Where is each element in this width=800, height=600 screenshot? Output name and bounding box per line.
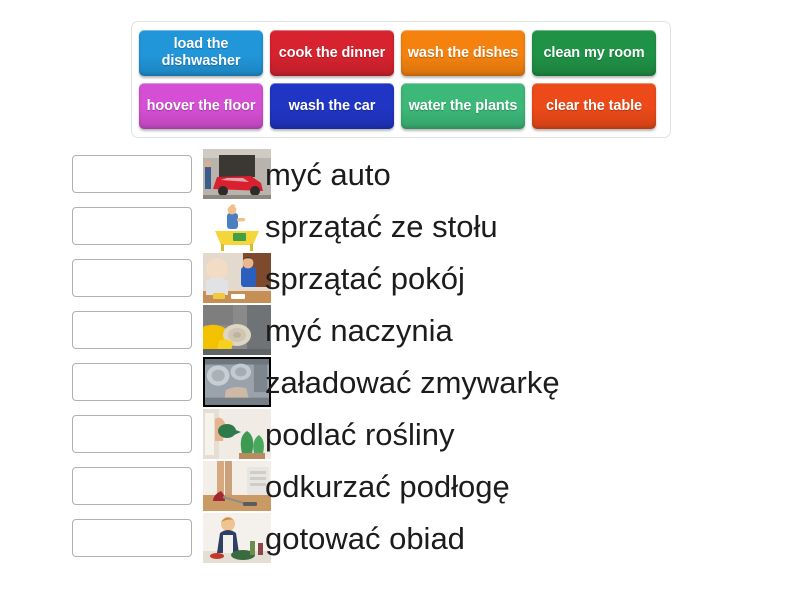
draggable-tile-wash-the-car[interactable]: wash the car: [270, 83, 394, 129]
drop-target-sprzatac-ze-stolu[interactable]: [72, 207, 192, 245]
clearing-table-photo: [203, 201, 271, 251]
answer-row: myć auto: [0, 149, 800, 199]
tile-label: water the plants: [408, 97, 518, 114]
tile-label: clean my room: [543, 44, 645, 61]
tile-label: hoover the floor: [146, 97, 256, 114]
washing-dishes-photo: [203, 305, 271, 355]
answer-row-list: myć auto sprzątać ze stołu sprzątać pokó…: [0, 149, 800, 571]
draggable-tile-hoover-the-floor[interactable]: hoover the floor: [139, 83, 263, 129]
answer-label: gotować obiad: [265, 520, 465, 556]
answer-row: myć naczynia: [0, 305, 800, 355]
answer-label: myć naczynia: [265, 312, 453, 348]
answer-row: sprzątać ze stołu: [0, 201, 800, 251]
draggable-tile-wash-the-dishes[interactable]: wash the dishes: [401, 30, 525, 76]
answer-row: sprzątać pokój: [0, 253, 800, 303]
answer-label: sprzątać ze stołu: [265, 208, 498, 244]
draggable-tile-clean-my-room[interactable]: clean my room: [532, 30, 656, 76]
answer-row: odkurzać podłogę: [0, 461, 800, 511]
drop-target-odkurzac-podloge[interactable]: [72, 467, 192, 505]
drop-target-podlac-rosliny[interactable]: [72, 415, 192, 453]
answer-label: odkurzać podłogę: [265, 468, 510, 504]
answer-row: podlać rośliny: [0, 409, 800, 459]
answer-label: myć auto: [265, 156, 391, 192]
tidying-room-photo: [203, 253, 271, 303]
drop-target-gotowac-obiad[interactable]: [72, 519, 192, 557]
cooking-dinner-photo: [203, 513, 271, 563]
drop-target-myc-auto[interactable]: [72, 155, 192, 193]
washing-car-photo: [203, 149, 271, 199]
answer-row: gotować obiad: [0, 513, 800, 563]
draggable-tile-load-the-dishwasher[interactable]: load the dishwasher: [139, 30, 263, 76]
tile-label: wash the car: [288, 97, 376, 114]
draggable-tile-water-the-plants[interactable]: water the plants: [401, 83, 525, 129]
answer-label: załadować zmywarkę: [265, 364, 560, 400]
drop-target-sprzatac-pokoj[interactable]: [72, 259, 192, 297]
draggable-tile-cook-the-dinner[interactable]: cook the dinner: [270, 30, 394, 76]
tile-label: cook the dinner: [278, 44, 386, 61]
draggable-tile-bank: load the dishwasher cook the dinner wash…: [131, 21, 671, 138]
drop-target-myc-naczynia[interactable]: [72, 311, 192, 349]
vacuuming-floor-photo: [203, 461, 271, 511]
dishwasher-photo: [203, 357, 271, 407]
answer-label: sprzątać pokój: [265, 260, 465, 296]
drop-target-zaladowac-zmywarke[interactable]: [72, 363, 192, 401]
tile-label: load the dishwasher: [161, 36, 241, 69]
watering-plants-photo: [203, 409, 271, 459]
draggable-tile-clear-the-table[interactable]: clear the table: [532, 83, 656, 129]
answer-row: załadować zmywarkę: [0, 357, 800, 407]
tile-label: clear the table: [545, 97, 642, 114]
answer-label: podlać rośliny: [265, 416, 455, 452]
tile-label: wash the dishes: [407, 44, 519, 61]
